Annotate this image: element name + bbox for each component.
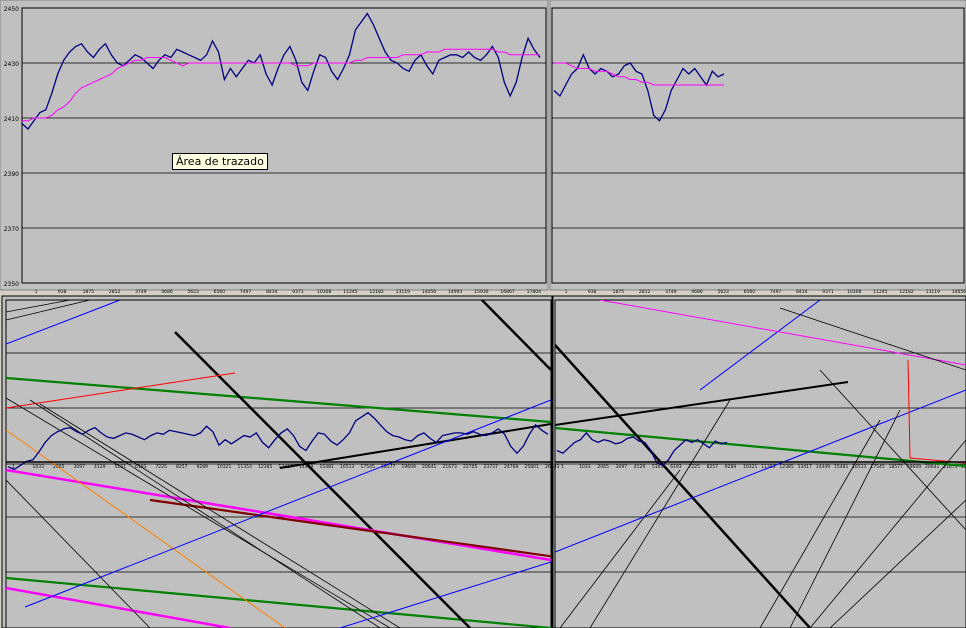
x-tick-label-lr-18: 18577	[889, 464, 903, 470]
x-tick-label-ur-10: 9371	[822, 289, 834, 295]
x-tick-label-ur-15: 14056	[952, 289, 966, 295]
x-tick-label-ll-9: 9289	[197, 464, 209, 470]
x-tick-label-ur-12: 11245	[873, 289, 887, 295]
x-tick-label-ul-19: 17804	[527, 289, 541, 295]
x-tick-label-ul-8: 7497	[240, 289, 252, 295]
x-tick-label-ll-20: 20641	[422, 464, 436, 470]
x-tick-label-ll-10: 10321	[217, 464, 231, 470]
x-tick-label-ul-18: 16867	[500, 289, 514, 295]
x-tick-label-ur-3: 2812	[639, 289, 651, 295]
x-tick-label-ur-14: 13119	[926, 289, 940, 295]
x-tick-label-lr-6: 6193	[670, 464, 682, 470]
x-tick-label-ul-4: 3749	[135, 289, 147, 295]
y-tick-label-ul-3: 2410	[4, 116, 19, 123]
x-tick-label-ll-26: 26833	[545, 464, 559, 470]
x-tick-label-ll-3: 3097	[74, 464, 86, 470]
x-tick-label-ul-3: 2812	[109, 289, 121, 295]
x-tick-label-ul-9: 8434	[266, 289, 278, 295]
y-tick-label-ul-5: 2450	[4, 6, 19, 13]
x-tick-label-ul-2: 1875	[83, 289, 95, 295]
x-tick-label-ll-4: 4129	[94, 464, 106, 470]
x-tick-label-lr-12: 12385	[779, 464, 793, 470]
x-tick-label-ul-12: 11245	[343, 289, 357, 295]
y-tick-label-ul-2: 2390	[4, 171, 19, 178]
x-tick-label-ur-11: 10308	[847, 289, 861, 295]
x-tick-label-ur-5: 4686	[691, 289, 703, 295]
x-tick-label-lr-20: 20641	[925, 464, 939, 470]
x-tick-label-ur-2: 1875	[613, 289, 625, 295]
x-tick-label-lr-13: 13417	[798, 464, 812, 470]
x-tick-label-ul-6: 5623	[187, 289, 199, 295]
x-tick-label-ur-8: 7497	[770, 289, 782, 295]
x-tick-label-ul-16: 14993	[448, 289, 462, 295]
x-tick-label-lr-0: 1	[561, 464, 564, 470]
x-tick-label-ul-13: 12182	[369, 289, 383, 295]
x-tick-label-lr-10: 10321	[743, 464, 757, 470]
x-tick-label-ur-13: 12182	[899, 289, 913, 295]
chart-canvas: 2350 2370 2390 2410 2430 2450 1 938 1875 2812 3749…	[0, 0, 966, 628]
x-tick-label-ul-10: 9371	[292, 289, 304, 295]
x-tick-label-ll-19: 19609	[402, 464, 416, 470]
x-tick-label-ll-1: 1033	[33, 464, 45, 470]
x-tick-label-ur-4: 3749	[665, 289, 677, 295]
x-tick-label-ul-17: 15930	[474, 289, 488, 295]
x-tick-label-ul-1: 938	[58, 289, 67, 295]
x-tick-label-ll-24: 24769	[504, 464, 518, 470]
x-tick-label-lr-14: 14449	[816, 464, 830, 470]
plot-area-ur	[551, 7, 965, 284]
x-tick-label-lr-15: 15481	[834, 464, 848, 470]
tooltip: Área de trazado	[172, 153, 268, 170]
x-tick-label-ur-9: 8434	[796, 289, 808, 295]
x-tick-label-ul-7: 6560	[214, 289, 226, 295]
x-tick-label-ur-6: 5623	[717, 289, 729, 295]
x-tick-label-ll-17: 17545	[361, 464, 375, 470]
x-tick-label-ul-5: 4686	[161, 289, 173, 295]
x-tick-label-ll-11: 11353	[238, 464, 252, 470]
x-tick-label-ll-12: 12385	[258, 464, 272, 470]
x-tick-label-ll-23: 23737	[484, 464, 498, 470]
x-tick-label-lr-1: 1033	[579, 464, 591, 470]
x-tick-label-ll-15: 15481	[320, 464, 334, 470]
x-tick-label-ul-15: 14056	[422, 289, 436, 295]
x-tick-label-lr-4: 4129	[634, 464, 646, 470]
x-tick-label-lr-8: 8257	[707, 464, 719, 470]
x-tick-label-ll-21: 21673	[443, 464, 457, 470]
y-tick-label-ul-0: 2350	[4, 281, 19, 288]
x-tick-label-lr-2: 2065	[597, 464, 609, 470]
x-tick-label-ul-14: 13119	[396, 289, 410, 295]
x-tick-label-lr-9: 9289	[725, 464, 737, 470]
x-tick-label-lr-3: 3097	[616, 464, 628, 470]
x-tick-label-ll-7: 7225	[156, 464, 168, 470]
x-tick-label-lr-11: 11353	[761, 464, 775, 470]
x-tick-label-ur-7: 6560	[744, 289, 756, 295]
x-tick-label-ur-0: 1	[565, 289, 568, 295]
x-tick-label-ll-25: 25801	[525, 464, 539, 470]
x-tick-label-ul-0: 1	[35, 289, 38, 295]
x-tick-label-ll-8: 8257	[176, 464, 188, 470]
x-tick-label-ll-16: 16513	[340, 464, 354, 470]
x-tick-label-ll-22: 22705	[463, 464, 477, 470]
y-tick-label-ul-1: 2370	[4, 226, 19, 233]
x-tick-label-ll-18: 18577	[381, 464, 395, 470]
y-tick-label-ul-4: 2430	[4, 61, 19, 68]
x-tick-label-ur-1: 938	[588, 289, 597, 295]
x-tick-label-ul-11: 10308	[317, 289, 331, 295]
